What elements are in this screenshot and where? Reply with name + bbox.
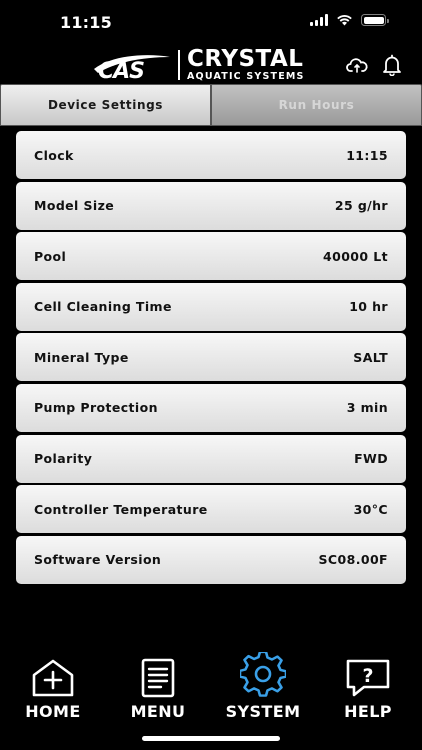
header-actions bbox=[346, 54, 402, 76]
setting-value: 3 min bbox=[346, 400, 388, 416]
setting-value: 11:15 bbox=[346, 147, 388, 163]
setting-row-model-size[interactable]: Model Size 25 g/hr bbox=[16, 181, 406, 230]
setting-label: Clock bbox=[34, 147, 74, 163]
battery-icon bbox=[361, 14, 389, 26]
svg-text:?: ? bbox=[362, 665, 373, 687]
svg-text:CAS: CAS bbox=[98, 59, 144, 81]
brand-logo: CAS CRYSTAL AQUATIC SYSTEMS bbox=[92, 48, 305, 82]
setting-label: Software Version bbox=[34, 552, 162, 568]
setting-label: Model Size bbox=[34, 198, 115, 214]
setting-label: Cell Cleaning Time bbox=[34, 299, 172, 315]
setting-label: Pump Protection bbox=[34, 400, 158, 416]
setting-value: SC08.00F bbox=[318, 552, 388, 568]
setting-label: Polarity bbox=[34, 451, 93, 467]
logo-text: CRYSTAL AQUATIC SYSTEMS bbox=[187, 48, 305, 82]
bottom-nav: HOME MENU SYSTEM ? HELP bbox=[0, 650, 422, 726]
setting-row-pump-protection[interactable]: Pump Protection 3 min bbox=[16, 383, 406, 432]
status-icons bbox=[310, 14, 389, 26]
setting-value: 40000 Lt bbox=[323, 248, 388, 264]
gear-icon bbox=[240, 652, 286, 697]
setting-value: 25 g/hr bbox=[334, 198, 388, 214]
home-indicator[interactable] bbox=[142, 736, 280, 741]
tab-device-settings[interactable]: Device Settings bbox=[0, 84, 211, 126]
setting-row-pool[interactable]: Pool 40000 Lt bbox=[16, 232, 406, 281]
setting-value: FWD bbox=[354, 451, 388, 467]
setting-label: Controller Temperature bbox=[34, 501, 208, 517]
logo-divider bbox=[178, 50, 180, 80]
app-header: CAS CRYSTAL AQUATIC SYSTEMS bbox=[0, 44, 422, 84]
setting-value: SALT bbox=[353, 349, 388, 365]
setting-value: 10 hr bbox=[349, 299, 388, 315]
nav-system[interactable]: SYSTEM bbox=[223, 650, 303, 721]
nav-help-label: HELP bbox=[344, 702, 392, 721]
cellular-signal-icon bbox=[310, 14, 328, 26]
home-add-icon bbox=[32, 659, 74, 697]
settings-list: Clock 11:15 Model Size 25 g/hr Pool 4000… bbox=[16, 131, 406, 586]
nav-menu-label: MENU bbox=[130, 702, 186, 721]
setting-row-mineral-type[interactable]: Mineral Type SALT bbox=[16, 333, 406, 382]
cloud-sync-icon[interactable] bbox=[346, 56, 368, 74]
setting-row-software-version[interactable]: Software Version SC08.00F bbox=[16, 535, 406, 584]
cas-logo-mark: CAS bbox=[94, 55, 170, 81]
setting-label: Mineral Type bbox=[34, 349, 129, 365]
device-settings-screen: 11:15 CAS CRYSTAL AQUATIC SYSTEMS Device… bbox=[0, 0, 422, 750]
settings-tabs: Device Settings Run Hours bbox=[0, 84, 422, 126]
nav-home[interactable]: HOME bbox=[13, 650, 93, 721]
menu-document-icon bbox=[141, 658, 175, 698]
tab-run-hours[interactable]: Run Hours bbox=[211, 84, 422, 126]
setting-label: Pool bbox=[34, 248, 67, 264]
nav-menu[interactable]: MENU bbox=[118, 650, 198, 721]
setting-row-clock[interactable]: Clock 11:15 bbox=[16, 131, 406, 179]
status-bar: 11:15 bbox=[0, 0, 422, 44]
nav-help[interactable]: ? HELP bbox=[328, 650, 408, 721]
wifi-icon bbox=[337, 15, 352, 26]
setting-row-polarity[interactable]: Polarity FWD bbox=[16, 434, 406, 483]
bell-icon[interactable] bbox=[382, 54, 402, 76]
setting-value: 30°C bbox=[353, 501, 388, 517]
setting-row-controller-temperature[interactable]: Controller Temperature 30°C bbox=[16, 485, 406, 534]
nav-home-label: HOME bbox=[25, 702, 81, 721]
logo-brand-subtitle: AQUATIC SYSTEMS bbox=[187, 71, 305, 83]
logo-brand-name: CRYSTAL bbox=[187, 46, 304, 73]
nav-system-label: SYSTEM bbox=[225, 702, 301, 721]
status-time: 11:15 bbox=[60, 13, 112, 32]
setting-row-cell-cleaning-time[interactable]: Cell Cleaning Time 10 hr bbox=[16, 282, 406, 331]
help-bubble-icon: ? bbox=[346, 659, 390, 697]
